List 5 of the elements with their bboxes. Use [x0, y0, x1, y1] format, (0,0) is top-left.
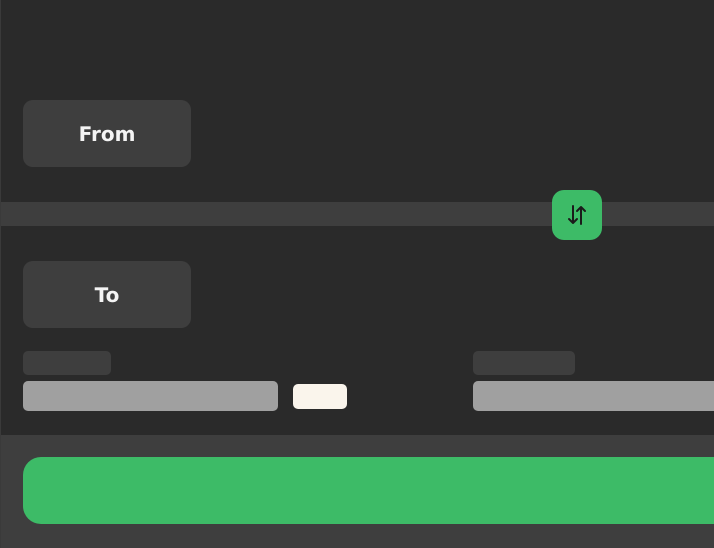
from-button[interactable]: From	[23, 100, 191, 167]
chip-placeholder	[293, 384, 347, 408]
swap-button[interactable]	[552, 190, 602, 240]
to-button[interactable]: To	[23, 261, 191, 328]
swap-arrows-icon	[567, 204, 587, 226]
